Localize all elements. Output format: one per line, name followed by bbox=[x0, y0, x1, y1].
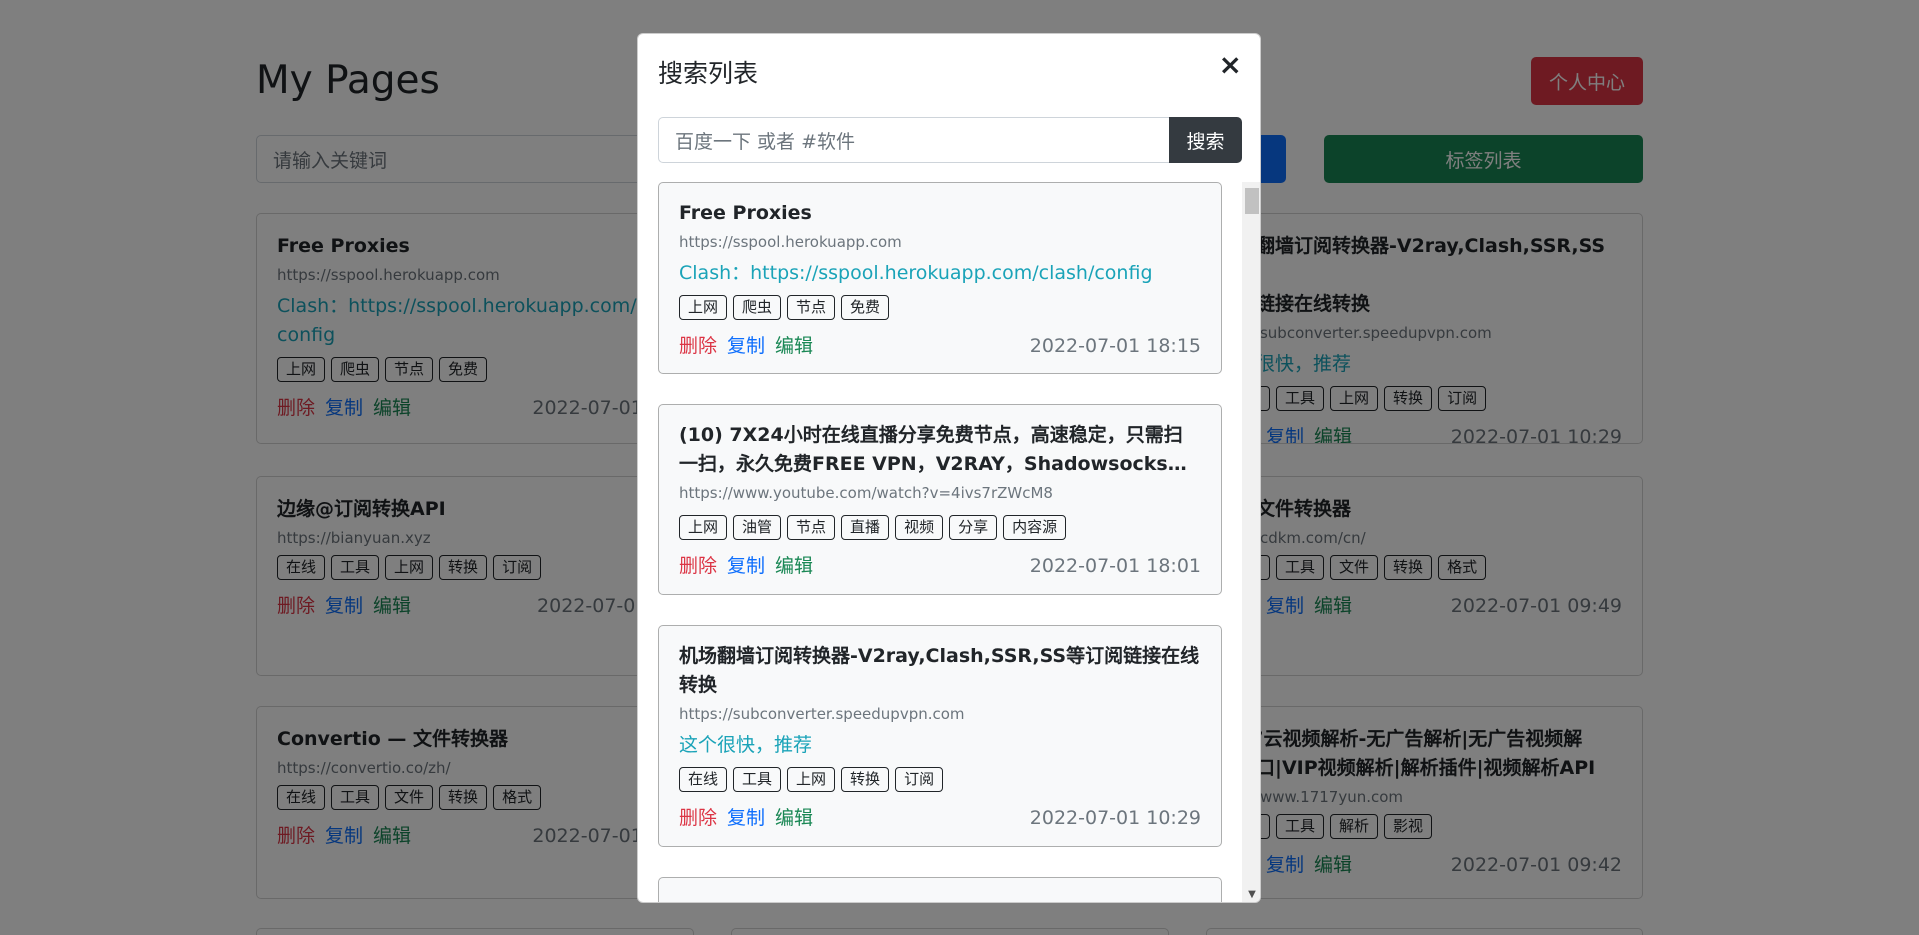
edit-link[interactable]: 编辑 bbox=[775, 552, 813, 580]
tag[interactable]: 在线 bbox=[679, 767, 728, 792]
tag-row: 上网 油管 节点 直播 视频 分享 内容源 bbox=[679, 515, 1201, 540]
card-note[interactable]: 这个很快，推荐 bbox=[679, 731, 1201, 760]
card-date: 2022-07-01 18:15 bbox=[1029, 335, 1201, 357]
tag[interactable]: 分享 bbox=[949, 515, 998, 540]
delete-link[interactable]: 删除 bbox=[679, 552, 717, 580]
delete-link[interactable]: 删除 bbox=[679, 332, 717, 360]
card-title[interactable]: Free Proxies bbox=[679, 199, 1201, 228]
close-icon[interactable]: × bbox=[1219, 50, 1242, 80]
card-note[interactable]: Clash：https://sspool.herokuapp.com/clash… bbox=[679, 259, 1201, 288]
card-actions: 删除 复制 编辑 2022-07-01 10:29 bbox=[679, 804, 1201, 832]
tag[interactable]: 内容源 bbox=[1003, 515, 1067, 540]
card-url[interactable]: https://www.youtube.com/watch?v=4ivs7rZW… bbox=[679, 483, 1201, 503]
delete-link[interactable]: 删除 bbox=[679, 804, 717, 832]
modal-search-input[interactable]: 百度一下 或者 #软件 bbox=[658, 117, 1172, 163]
tag[interactable]: 转换 bbox=[841, 767, 890, 792]
card-date: 2022-07-01 10:29 bbox=[1029, 807, 1201, 829]
search-modal: 搜索列表 × 百度一下 或者 #软件 搜索 Free Proxies https… bbox=[637, 33, 1261, 903]
tag[interactable]: 上网 bbox=[679, 515, 728, 540]
tag[interactable]: 直播 bbox=[841, 515, 890, 540]
scrollbar-thumb[interactable] bbox=[1245, 188, 1259, 214]
edit-link[interactable]: 编辑 bbox=[775, 332, 813, 360]
modal-search-button[interactable]: 搜索 bbox=[1169, 117, 1242, 163]
card-title[interactable]: (10) 7X24小时在线直播分享免费节点，高速稳定，只需扫一扫，永久免费FRE… bbox=[679, 421, 1201, 479]
tag[interactable]: 上网 bbox=[787, 767, 836, 792]
result-card bbox=[658, 877, 1222, 902]
card-url[interactable]: https://subconverter.speedupvpn.com bbox=[679, 704, 1201, 724]
copy-link[interactable]: 复制 bbox=[727, 804, 765, 832]
search-result-list: Free Proxies https://sspool.herokuapp.co… bbox=[638, 182, 1242, 902]
result-card: 机场翻墙订阅转换器-V2ray,Clash,SSR,SS等订阅链接在线转换 ht… bbox=[658, 625, 1222, 847]
tag[interactable]: 爬虫 bbox=[733, 295, 782, 320]
card-date: 2022-07-01 18:01 bbox=[1029, 555, 1201, 577]
scrollbar[interactable]: ▼ bbox=[1242, 182, 1260, 902]
card-url[interactable]: https://sspool.herokuapp.com bbox=[679, 232, 1201, 252]
copy-link[interactable]: 复制 bbox=[727, 552, 765, 580]
tag[interactable]: 免费 bbox=[841, 295, 890, 320]
card-actions: 删除 复制 编辑 2022-07-01 18:15 bbox=[679, 332, 1201, 360]
edit-link[interactable]: 编辑 bbox=[775, 804, 813, 832]
copy-link[interactable]: 复制 bbox=[727, 332, 765, 360]
tag[interactable]: 订阅 bbox=[895, 767, 944, 792]
result-card: Free Proxies https://sspool.herokuapp.co… bbox=[658, 182, 1222, 374]
tag-row: 在线 工具 上网 转换 订阅 bbox=[679, 767, 1201, 792]
tag[interactable]: 工具 bbox=[733, 767, 782, 792]
tag[interactable]: 油管 bbox=[733, 515, 782, 540]
scroll-down-icon[interactable]: ▼ bbox=[1242, 889, 1260, 900]
tag[interactable]: 上网 bbox=[679, 295, 728, 320]
modal-header: 搜索列表 × bbox=[638, 34, 1260, 106]
tag[interactable]: 节点 bbox=[787, 295, 836, 320]
result-card: (10) 7X24小时在线直播分享免费节点，高速稳定，只需扫一扫，永久免费FRE… bbox=[658, 404, 1222, 595]
card-title[interactable]: 机场翻墙订阅转换器-V2ray,Clash,SSR,SS等订阅链接在线转换 bbox=[679, 642, 1201, 700]
tag[interactable]: 节点 bbox=[787, 515, 836, 540]
tag-row: 上网 爬虫 节点 免费 bbox=[679, 295, 1201, 320]
modal-title: 搜索列表 bbox=[658, 59, 759, 88]
tag[interactable]: 视频 bbox=[895, 515, 944, 540]
card-actions: 删除 复制 编辑 2022-07-01 18:01 bbox=[679, 552, 1201, 580]
